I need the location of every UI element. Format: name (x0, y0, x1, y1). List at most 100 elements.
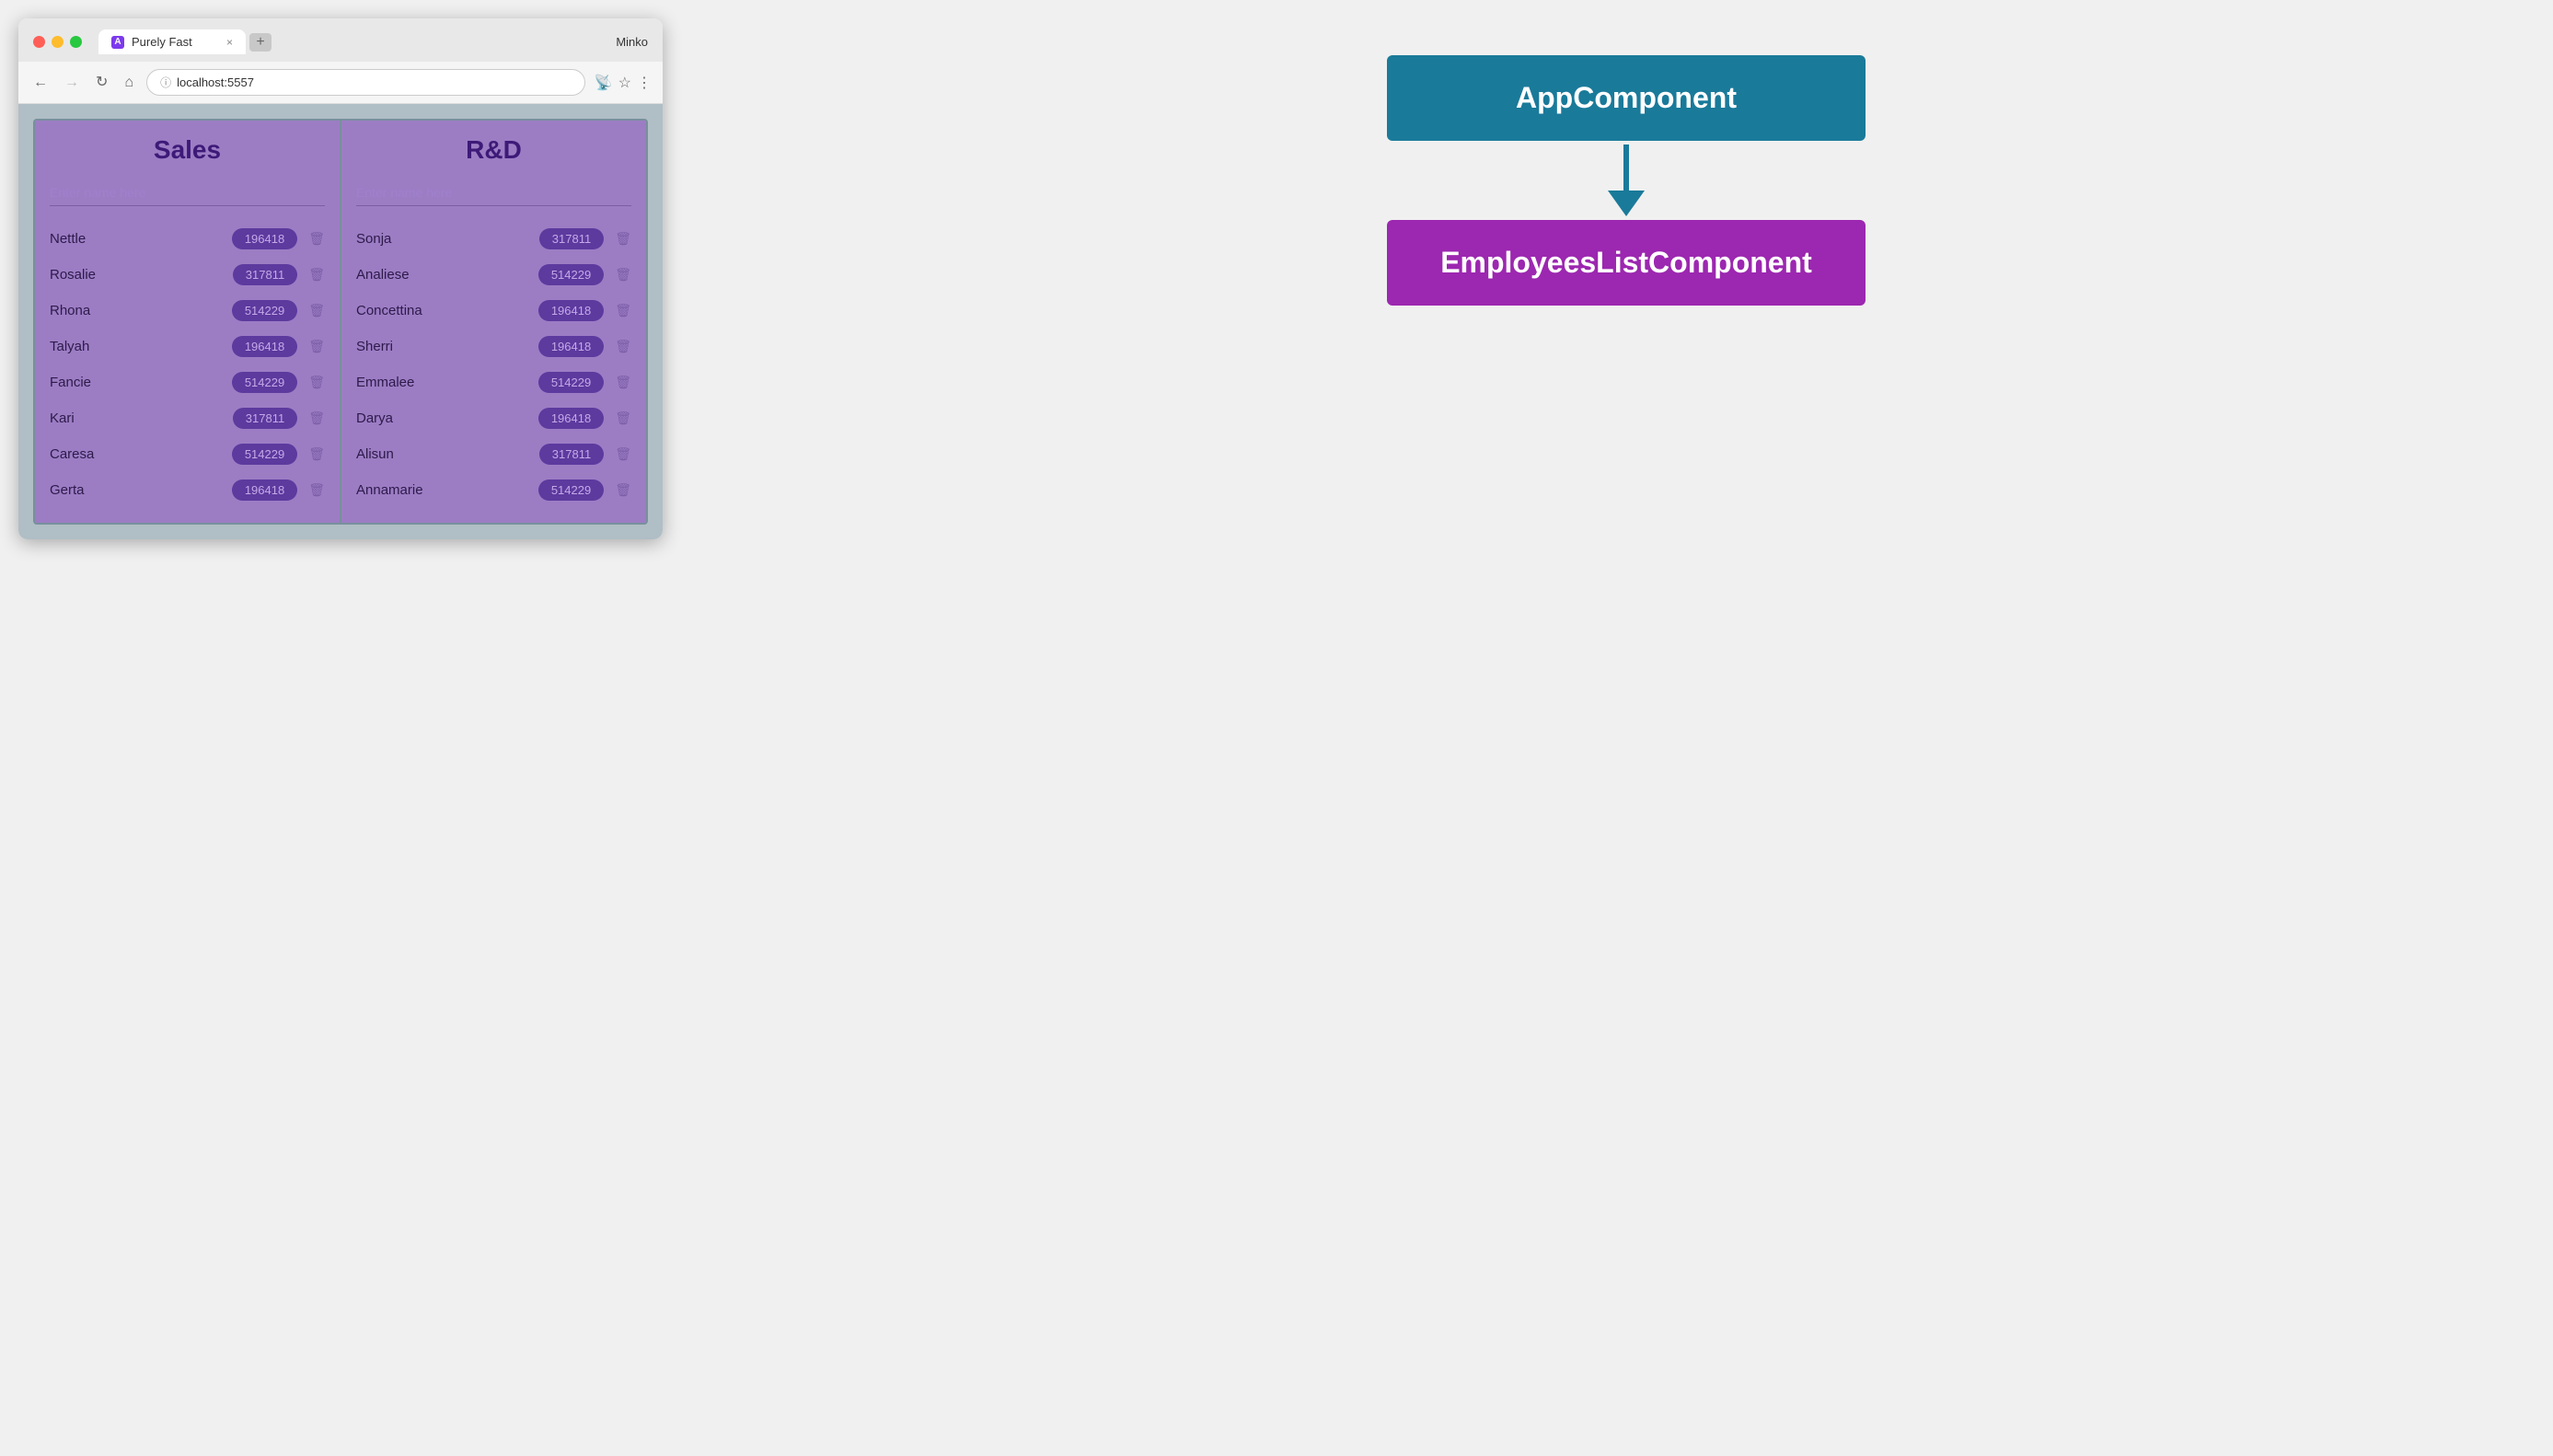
delete-icon[interactable]: 🗑 (308, 339, 325, 354)
table-row: Sherri 196418 🗑 (356, 329, 631, 364)
delete-icon[interactable]: 🗑 (308, 375, 325, 390)
url-text: localhost:5557 (177, 75, 254, 89)
table-row: Nettle 196418 🗑 (50, 221, 325, 257)
employee-badge: 514229 (538, 480, 604, 501)
employees-component-label: EmployeesListComponent (1440, 246, 1812, 279)
delete-icon[interactable]: 🗑 (615, 482, 631, 498)
delete-icon[interactable]: 🗑 (308, 231, 325, 247)
delete-icon[interactable]: 🗑 (615, 231, 631, 247)
table-row: Analiese 514229 🗑 (356, 257, 631, 293)
employee-badge: 196418 (232, 480, 297, 501)
table-row: Kari 317811 🗑 (50, 400, 325, 436)
employee-name: Talyah (50, 339, 221, 354)
rd-title: R&D (356, 135, 631, 165)
delete-icon[interactable]: 🗑 (308, 482, 325, 498)
sales-panel: Sales Nettle 196418 🗑 Rosalie 317811 🗑 R… (35, 121, 340, 523)
employee-name: Caresa (50, 446, 221, 462)
employee-badge: 514229 (538, 264, 604, 285)
delete-icon[interactable]: 🗑 (615, 446, 631, 462)
delete-icon[interactable]: 🗑 (615, 267, 631, 283)
employee-name: Analiese (356, 267, 527, 283)
toolbar-actions: 📡 ☆ ⋮ (595, 74, 652, 92)
table-row: Darya 196418 🗑 (356, 400, 631, 436)
back-button[interactable]: ← (29, 74, 52, 92)
home-button[interactable]: ⌂ (121, 74, 137, 92)
app-component-box: AppComponent (1387, 55, 1866, 141)
employee-badge: 514229 (232, 372, 297, 393)
reload-button[interactable]: ↻ (92, 74, 111, 92)
bookmark-icon[interactable]: ☆ (618, 74, 631, 92)
employee-name: Nettle (50, 231, 221, 247)
employee-badge: 317811 (233, 408, 297, 429)
sales-input[interactable] (50, 179, 325, 206)
menu-icon[interactable]: ⋮ (637, 74, 652, 92)
arrow-head (1608, 191, 1645, 216)
app-container: Sales Nettle 196418 🗑 Rosalie 317811 🗑 R… (33, 119, 648, 525)
table-row: Emmalee 514229 🗑 (356, 364, 631, 400)
delete-icon[interactable]: 🗑 (308, 446, 325, 462)
delete-icon[interactable]: 🗑 (615, 410, 631, 426)
table-row: Rosalie 317811 🗑 (50, 257, 325, 293)
tab-close-button[interactable]: × (226, 36, 233, 49)
table-row: Annamarie 514229 🗑 (356, 472, 631, 508)
table-row: Sonja 317811 🗑 (356, 221, 631, 257)
employee-name: Annamarie (356, 482, 527, 498)
employee-name: Rhona (50, 303, 221, 318)
browser-titlebar: A Purely Fast × + Minko (18, 18, 663, 62)
employees-component-box: EmployeesListComponent (1387, 220, 1866, 306)
employee-badge: 196418 (538, 300, 604, 321)
forward-button[interactable]: → (61, 74, 83, 92)
user-label: Minko (616, 35, 648, 49)
employee-badge: 196418 (538, 336, 604, 357)
browser-toolbar: ← → ↻ ⌂ ⓘ localhost:5557 📡 ☆ ⋮ (18, 62, 663, 104)
delete-icon[interactable]: 🗑 (615, 375, 631, 390)
browser-window: A Purely Fast × + Minko ← → ↻ ⌂ ⓘ localh… (18, 18, 663, 539)
employee-badge: 514229 (232, 300, 297, 321)
rd-input[interactable] (356, 179, 631, 206)
delete-icon[interactable]: 🗑 (615, 339, 631, 354)
table-row: Gerta 196418 🗑 (50, 472, 325, 508)
arrow-line (1623, 144, 1629, 191)
tab-area: A Purely Fast × + (98, 29, 606, 54)
table-row: Concettina 196418 🗑 (356, 293, 631, 329)
employee-name: Alisun (356, 446, 528, 462)
employee-badge: 196418 (538, 408, 604, 429)
browser-tab[interactable]: A Purely Fast × (98, 29, 246, 54)
table-row: Caresa 514229 🗑 (50, 436, 325, 472)
employee-badge: 317811 (539, 444, 604, 465)
close-button[interactable] (33, 36, 45, 48)
table-row: Alisun 317811 🗑 (356, 436, 631, 472)
rd-panel: R&D Sonja 317811 🗑 Analiese 514229 🗑 Con… (340, 121, 646, 523)
delete-icon[interactable]: 🗑 (615, 303, 631, 318)
employee-name: Sonja (356, 231, 528, 247)
sales-title: Sales (50, 135, 325, 165)
employee-name: Sherri (356, 339, 527, 354)
url-security-icon: ⓘ (160, 75, 171, 90)
employee-name: Rosalie (50, 267, 222, 283)
employee-name: Kari (50, 410, 222, 426)
table-row: Talyah 196418 🗑 (50, 329, 325, 364)
delete-icon[interactable]: 🗑 (308, 303, 325, 318)
browser-content: Sales Nettle 196418 🗑 Rosalie 317811 🗑 R… (18, 104, 663, 539)
maximize-button[interactable] (70, 36, 82, 48)
employee-badge: 196418 (232, 336, 297, 357)
employee-name: Gerta (50, 482, 221, 498)
component-diagram: AppComponent EmployeesListComponent (718, 18, 2535, 342)
new-tab-button[interactable]: + (249, 33, 271, 52)
delete-icon[interactable]: 🗑 (308, 410, 325, 426)
url-bar[interactable]: ⓘ localhost:5557 (146, 69, 585, 96)
employee-name: Concettina (356, 303, 527, 318)
employee-name: Darya (356, 410, 527, 426)
employee-name: Emmalee (356, 375, 527, 390)
employee-name: Fancie (50, 375, 221, 390)
employee-badge: 514229 (232, 444, 297, 465)
delete-icon[interactable]: 🗑 (308, 267, 325, 283)
employee-badge: 317811 (539, 228, 604, 249)
table-row: Rhona 514229 🗑 (50, 293, 325, 329)
cast-icon[interactable]: 📡 (595, 74, 613, 92)
employee-badge: 514229 (538, 372, 604, 393)
minimize-button[interactable] (52, 36, 64, 48)
diagram-arrow (1608, 144, 1645, 216)
app-component-label: AppComponent (1516, 81, 1737, 114)
tab-favicon: A (111, 36, 124, 49)
